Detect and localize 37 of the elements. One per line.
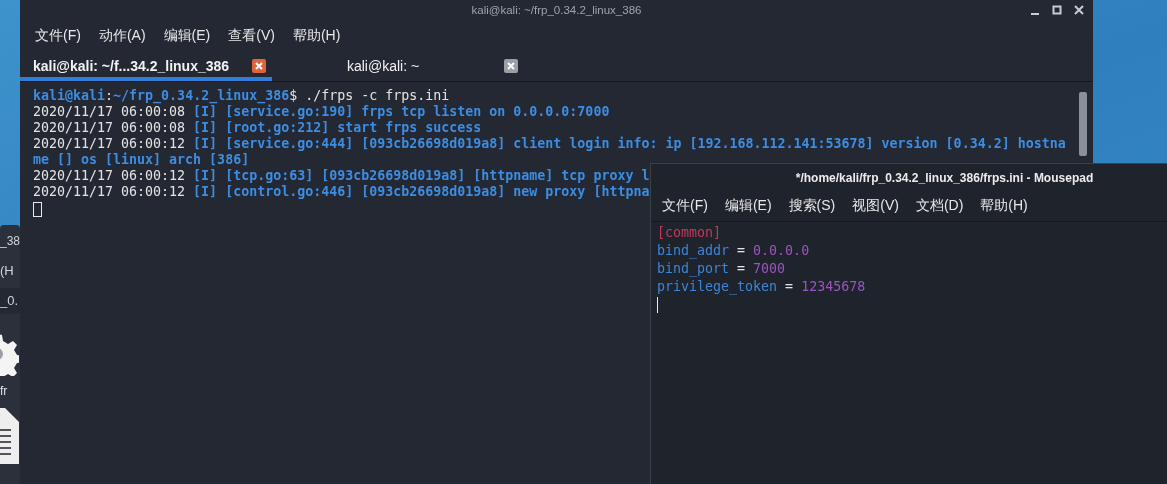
menu-item[interactable]: 文件(F) xyxy=(35,27,81,49)
code-line: privilege_token = 12345678 xyxy=(657,278,866,296)
menu-item[interactable]: 视图(V) xyxy=(852,197,899,221)
terminal-line: 2020/11/17 06:00:08 [I] [service.go:190] frps tcp listen on 0.0.0.0:7000 xyxy=(33,104,610,120)
scrollbar-thumb[interactable] xyxy=(1079,92,1087,156)
terminal-line: 2020/11/17 06:00:12 [I] [control.go:446] [093cb26698d019a8] new proxy [httpna xyxy=(33,184,650,200)
terminal-line: 2020/11/17 06:00:12 [I] [tcp.go:63] [093cb26698d019a8] [httpname] tcp proxy l xyxy=(33,168,650,184)
menu-item[interactable]: 文档(D) xyxy=(915,197,964,221)
menu-item[interactable]: 查看(V) xyxy=(228,27,275,49)
file-name[interactable]: fr xyxy=(0,384,8,398)
code-line: bind_port = 7000 xyxy=(657,260,786,278)
path-field[interactable]: _0. xyxy=(0,288,20,314)
menu-item[interactable]: (H xyxy=(0,257,14,284)
maximize-icon[interactable] xyxy=(1051,4,1063,16)
text-cursor xyxy=(657,297,658,313)
code-line: [common] xyxy=(657,224,722,242)
terminal-line: me [] os [linux] arch [386] xyxy=(33,152,250,168)
tab[interactable]: kali@kali: ~/f...34.2_linux_386 xyxy=(20,55,272,81)
menu-item[interactable]: 帮助(H) xyxy=(292,27,341,49)
close-icon[interactable] xyxy=(1073,4,1085,16)
window-title: _38 xyxy=(0,234,20,248)
menu-item[interactable]: 文件(F) xyxy=(662,197,708,221)
menu-item[interactable]: 编辑(E) xyxy=(163,27,211,49)
menu-item[interactable]: 搜索(S) xyxy=(788,197,836,221)
menu-item[interactable]: 帮助(H) xyxy=(980,197,1028,221)
menu-item[interactable]: 编辑(E) xyxy=(724,197,772,221)
close-icon[interactable] xyxy=(252,59,266,73)
text-editor-area[interactable]: [common] bind_addr = 0.0.0.0 bind_port = 7000 privilege_token = 12345678 xyxy=(651,222,1167,484)
terminal-line: 2020/11/17 06:00:08 [I] [root.go:212] start frps success xyxy=(33,120,482,136)
text-cursor xyxy=(33,202,42,217)
terminal-line: 2020/11/17 06:00:12 [I] [service.go:444] [093cb26698d019a8] client login info: ip [192.168.112.141:53678] version [0.34.2] hostna xyxy=(33,136,1066,152)
menu-item[interactable]: 动作(A) xyxy=(98,27,146,49)
window-title: kali@kali: ~/frp_0.34.2_linux_386 xyxy=(471,4,642,16)
window-title: */home/kali/frp_0.34.2_linux_386/frps.ini - Mousepad xyxy=(794,170,1095,187)
code-line: bind_addr = 0.0.0.0 xyxy=(657,242,810,260)
terminal-line: kali@kali:~/frp_0.34.2_linux_386$ ./frps -c frps.ini xyxy=(33,88,450,104)
tab[interactable]: kali@kali: ~ xyxy=(272,55,524,81)
